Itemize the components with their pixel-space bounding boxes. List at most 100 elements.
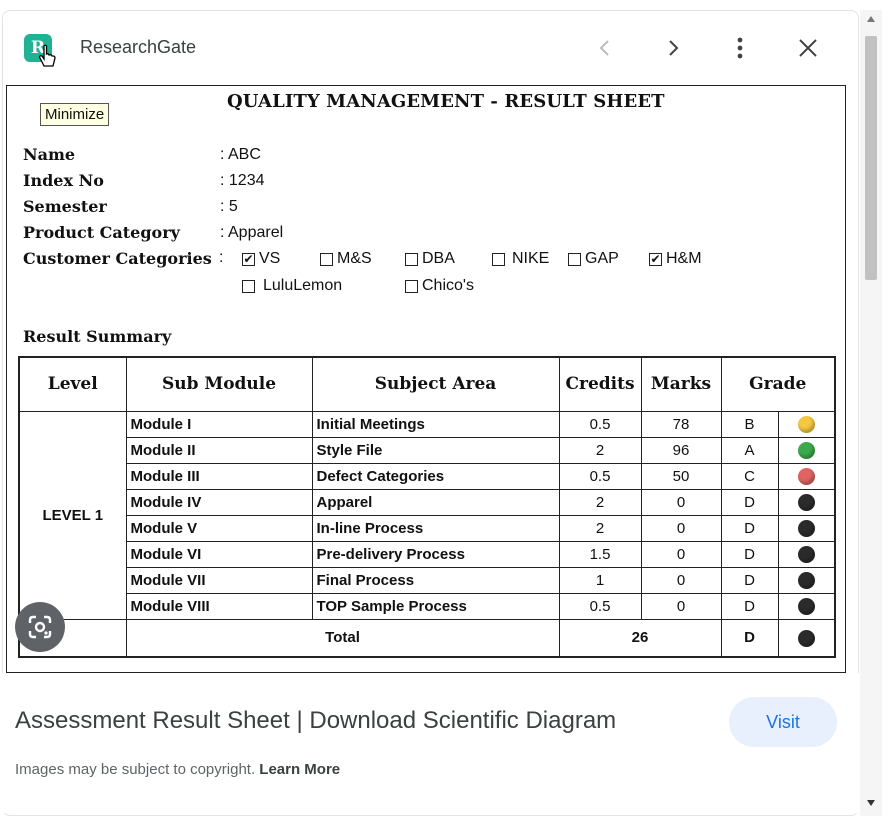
customer-label: DBA (422, 250, 455, 267)
col-header-marks: Marks (640, 356, 722, 412)
checkbox-icon (492, 252, 505, 266)
field-value-semester: : 5 (220, 198, 238, 215)
total-value-cell: 26 (558, 618, 722, 658)
status-dot-icon (797, 519, 815, 537)
marks-cell: 0 (640, 566, 722, 594)
customer-label: LuluLemon (263, 277, 343, 294)
level-cell: LEVEL 1 (18, 410, 127, 620)
field-label-index: Index No (23, 171, 104, 190)
image-preview-panel: R ResearchGate QUALITY MANAGEMENT - RESU… (0, 0, 891, 822)
copyright-notice: Images may be subject to copyright. Lear… (15, 761, 340, 778)
customer-vs: ✔ VS (242, 250, 280, 268)
visit-button[interactable]: Visit (729, 697, 837, 747)
marks-cell: 0 (640, 592, 722, 620)
table-row: Module VIII TOP Sample Process 0.5 0 D (19, 592, 836, 620)
customer-categories-colon: : (219, 249, 224, 266)
col-header-sub-module: Sub Module (125, 356, 313, 412)
customer-label: NIKE (512, 250, 550, 267)
col-header-level: Level (18, 356, 127, 412)
grade-cell: D (720, 566, 779, 594)
table-row: Module VII Final Process 1 0 D (19, 566, 836, 594)
close-icon (799, 39, 817, 57)
table-row: Module VI Pre-delivery Process 1.5 0 D (19, 540, 836, 568)
marks-cell: 0 (640, 514, 722, 542)
hand-cursor-icon (38, 44, 56, 67)
field-value-index: : 1234 (220, 172, 265, 189)
grade-dot-cell (777, 540, 836, 568)
customer-label: VS (259, 250, 281, 267)
google-lens-button[interactable] (15, 602, 65, 652)
minimize-tooltip: Minimize (40, 103, 110, 126)
previous-button[interactable] (589, 32, 621, 64)
marks-cell: 0 (640, 540, 722, 568)
subject-cell: Initial Meetings (311, 410, 560, 438)
marks-cell: 78 (640, 410, 722, 438)
status-dot-icon (797, 545, 815, 563)
credits-cell: 0.5 (558, 410, 642, 438)
customer-dba: DBA (405, 250, 455, 268)
col-header-subject-area: Subject Area (311, 356, 560, 412)
document-title: QUALITY MANAGEMENT - RESULT SHEET (227, 91, 665, 112)
marks-cell: 96 (640, 436, 722, 464)
more-vert-icon (737, 37, 743, 59)
grade-dot-cell (777, 410, 836, 438)
customer-chicos: Chico's (405, 277, 474, 295)
grade-cell: D (720, 592, 779, 620)
subject-cell: Apparel (311, 488, 560, 516)
field-label-semester: Semester (23, 197, 107, 216)
grade-dot-cell (777, 436, 836, 464)
field-value-product-category: : Apparel (220, 224, 284, 241)
next-button[interactable] (657, 32, 689, 64)
status-dot-icon (797, 629, 815, 647)
close-button[interactable] (792, 32, 824, 64)
table-header-row: Level Sub Module Subject Area Credits Ma… (18, 356, 836, 412)
field-label-product-category: Product Category (23, 223, 180, 242)
field-value-name: : ABC (220, 146, 261, 163)
field-label-name: Name (23, 145, 76, 164)
customer-ms: M&S (320, 250, 372, 268)
module-cell: Module IV (125, 488, 313, 516)
scroll-down-arrow-icon[interactable] (867, 800, 875, 806)
grade-dot-cell (777, 592, 836, 620)
customer-lululemon: LuluLemon (242, 277, 342, 295)
subject-cell: TOP Sample Process (311, 592, 560, 620)
scroll-up-arrow-icon[interactable] (867, 16, 875, 22)
more-options-button[interactable] (724, 32, 756, 64)
module-cell: Module VII (125, 566, 313, 594)
credits-cell: 0.5 (558, 462, 642, 490)
grade-dot-cell (777, 566, 836, 594)
scrollbar-thumb[interactable] (865, 36, 877, 280)
status-dot-icon (797, 441, 815, 459)
credits-cell: 1.5 (558, 540, 642, 568)
marks-cell: 0 (640, 488, 722, 516)
site-name[interactable]: ResearchGate (80, 37, 196, 58)
checkbox-icon (320, 252, 333, 266)
subject-cell: Style File (311, 436, 560, 464)
preview-header: R ResearchGate (0, 18, 860, 78)
field-label-customer-categories: Customer Categories (23, 249, 212, 268)
customer-gap: GAP (568, 250, 619, 268)
module-cell: Module I (125, 410, 313, 438)
grade-cell: D (720, 488, 779, 516)
subject-cell: Pre-delivery Process (311, 540, 560, 568)
status-dot-icon (797, 415, 815, 433)
learn-more-link[interactable]: Learn More (259, 761, 340, 778)
status-dot-icon (797, 493, 815, 511)
grade-cell: A (720, 436, 779, 464)
checkbox-icon: ✔ (242, 252, 255, 266)
result-title-link[interactable]: Assessment Result Sheet | Download Scien… (15, 707, 616, 735)
module-cell: Module II (125, 436, 313, 464)
result-table: Level Sub Module Subject Area Credits Ma… (18, 356, 836, 658)
customer-label: Chico's (422, 277, 474, 294)
col-header-credits: Credits (558, 356, 642, 412)
module-cell: Module VI (125, 540, 313, 568)
grade-cell: B (720, 410, 779, 438)
scrollbar[interactable] (860, 10, 882, 816)
table-row: Module III Defect Categories 0.5 50 C (19, 462, 836, 490)
chevron-right-icon (669, 40, 679, 56)
checkbox-icon (405, 252, 418, 266)
table-row: Module IV Apparel 2 0 D (19, 488, 836, 516)
customer-label: M&S (337, 250, 372, 267)
table-row: Module V In-line Process 2 0 D (19, 514, 836, 542)
col-header-grade: Grade (720, 356, 836, 412)
